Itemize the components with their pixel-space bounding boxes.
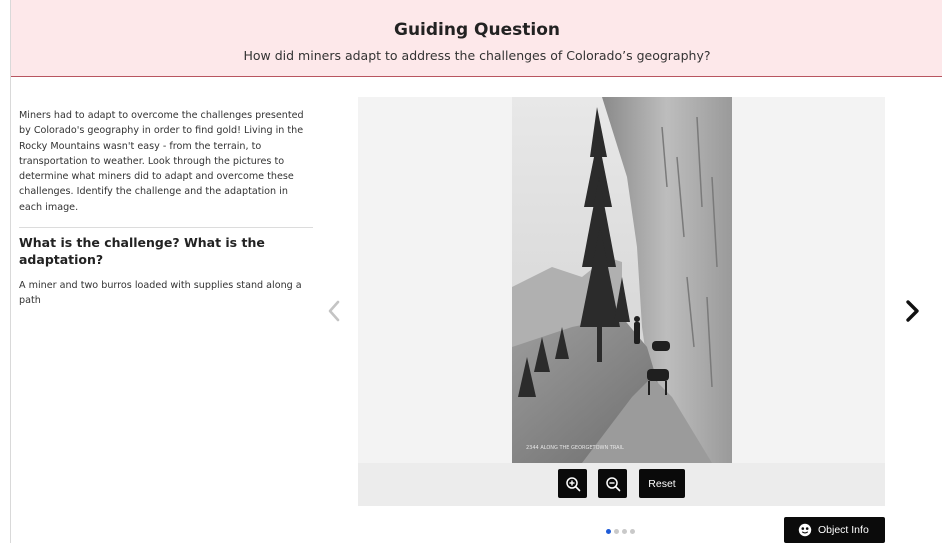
- image-viewer: 2344 ALONG THE GEORGETOWN TRAIL Reset: [358, 97, 885, 506]
- divider: [19, 227, 313, 229]
- slide-pagination: [606, 529, 635, 537]
- photo-inscription: 2344 ALONG THE GEORGETOWN TRAIL: [526, 445, 624, 451]
- object-info-label: Object Info: [818, 524, 869, 536]
- chevron-left-icon: [328, 300, 340, 322]
- pagination-dot-4[interactable]: [630, 529, 635, 534]
- pagination-dot-3[interactable]: [622, 529, 627, 534]
- mountain-trail-photo: 2344 ALONG THE GEORGETOWN TRAIL: [512, 97, 732, 463]
- chevron-right-icon: [906, 300, 919, 322]
- image-caption: A miner and two burros loaded with suppl…: [19, 280, 302, 307]
- zoom-in-icon: [565, 476, 580, 491]
- guiding-question-banner: Guiding Question How did miners adapt to…: [11, 0, 942, 77]
- next-slide-button[interactable]: [902, 299, 922, 323]
- challenge-heading: What is the challenge? What is the adapt…: [19, 235, 265, 268]
- previous-slide-button[interactable]: [325, 300, 343, 322]
- guiding-question-text: How did miners adapt to address the chal…: [243, 48, 711, 63]
- page-title: Guiding Question: [393, 20, 560, 40]
- object-info-button[interactable]: Object Info: [784, 517, 885, 543]
- historical-photo[interactable]: 2344 ALONG THE GEORGETOWN TRAIL: [512, 97, 732, 463]
- intro-text: Miners had to adapt to overcome the chal…: [19, 110, 304, 213]
- zoom-in-button[interactable]: [558, 469, 587, 498]
- zoom-out-button[interactable]: [598, 469, 627, 498]
- reset-button[interactable]: Reset: [639, 469, 685, 498]
- zoom-out-icon: [605, 476, 620, 491]
- description-panel: Miners had to adapt to overcome the chal…: [19, 108, 313, 308]
- pagination-dot-1[interactable]: [606, 529, 611, 534]
- pagination-dot-2[interactable]: [614, 529, 619, 534]
- info-icon: [798, 523, 812, 537]
- viewer-controls: Reset: [358, 463, 885, 506]
